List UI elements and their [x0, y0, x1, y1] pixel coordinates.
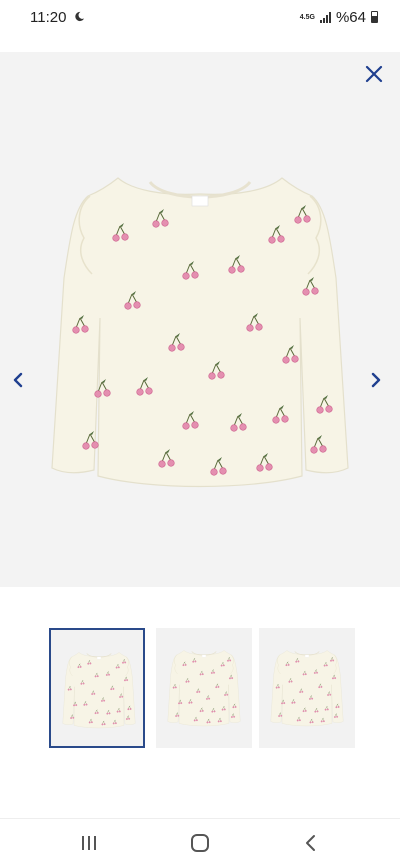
status-right: 4.5G %64 [300, 9, 378, 26]
battery-percent: %64 [335, 8, 366, 26]
signal-icon [319, 11, 331, 23]
thumbnail-image [59, 650, 139, 732]
next-image-button[interactable] [368, 370, 384, 390]
thumbnail-image [267, 648, 347, 730]
chevron-right-icon [371, 372, 381, 388]
clock: 11:20 [30, 8, 67, 26]
chevron-left-icon [13, 372, 23, 388]
battery-icon [371, 11, 378, 23]
back-icon [306, 835, 315, 851]
recents-icon [82, 836, 96, 850]
network-type-label: 4.5G [299, 13, 315, 21]
thumbnail-2[interactable] [156, 628, 252, 748]
previous-image-button[interactable] [10, 370, 26, 390]
thumbnail-strip [49, 628, 355, 750]
status-bar: 11:20 4.5G %64 [0, 0, 400, 34]
status-left: 11:20 [30, 9, 85, 26]
recents-button[interactable] [74, 831, 104, 855]
close-icon [365, 65, 383, 83]
thumbnail-image [164, 648, 244, 730]
home-button[interactable] [185, 831, 215, 855]
home-icon [191, 834, 209, 852]
system-navigation-bar [0, 818, 400, 867]
thumbnail-3[interactable] [259, 628, 355, 748]
moon-icon [74, 9, 85, 26]
back-button[interactable] [296, 831, 326, 855]
close-button[interactable] [364, 64, 384, 84]
product-image [40, 168, 360, 503]
thumbnail-1[interactable] [49, 628, 145, 748]
image-viewer [0, 52, 400, 587]
